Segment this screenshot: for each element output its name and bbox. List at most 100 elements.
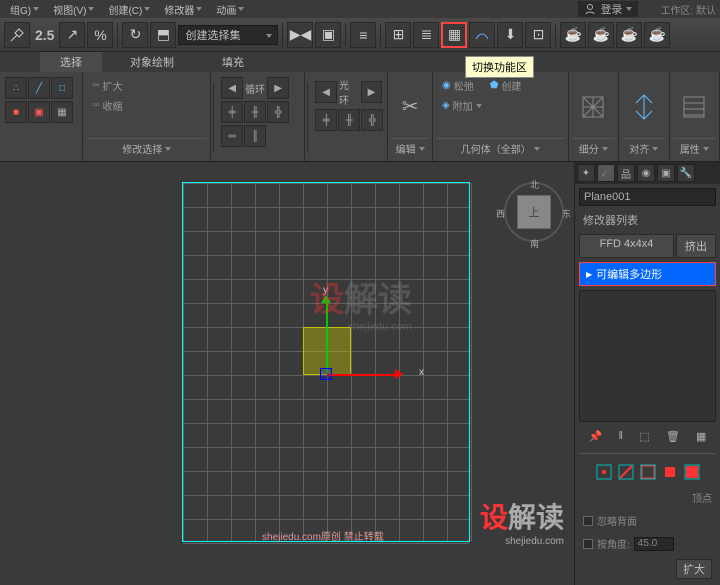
axis-x-label: x — [419, 367, 424, 378]
loop-next-button[interactable]: ▶ — [267, 77, 289, 99]
motion-tab[interactable]: ◉ — [637, 164, 655, 182]
modify-tab[interactable]: ☄ — [597, 164, 615, 182]
mirror-button[interactable]: ▶◀ — [287, 22, 313, 48]
poly-sub-button[interactable]: ■ — [5, 101, 27, 123]
align-icon[interactable] — [628, 91, 660, 123]
stack-tools: 📌 ǁ ⬚ 🗑 ▦ — [579, 426, 716, 447]
login-dropdown[interactable]: 登录 — [578, 1, 638, 17]
loop-c-button[interactable]: ╬ — [267, 101, 289, 123]
tool-a[interactable]: ↗ — [59, 22, 85, 48]
panel-edit-label: 编辑 — [391, 138, 429, 158]
compass-n: 北 — [530, 178, 539, 191]
loop-d-button[interactable]: ═ — [221, 125, 243, 147]
teapot2-button[interactable]: ☕ — [588, 22, 614, 48]
workspace-label: 工作区: 默认 — [660, 2, 716, 17]
viewcube[interactable]: 上 北 南 西 东 — [504, 182, 564, 242]
percent-button[interactable]: % — [87, 22, 113, 48]
scene-explorer-button[interactable]: ⊞ — [385, 22, 411, 48]
border-sub-button[interactable]: □ — [51, 77, 73, 99]
ignore-backfacing-checkbox[interactable] — [583, 516, 593, 526]
ring-c-button[interactable]: ╬ — [361, 109, 383, 131]
vertex-sub-button[interactable]: ∴ — [5, 77, 27, 99]
teapot4-button[interactable]: ☕ — [644, 22, 670, 48]
loop-a-button[interactable]: ╪ — [221, 101, 243, 123]
modifier-editable-poly[interactable]: ▶ 可编辑多边形 — [579, 262, 716, 286]
teapot3-button[interactable]: ☕ — [616, 22, 642, 48]
user-icon — [584, 3, 596, 15]
command-panel-tabs: ✦ ☄ 品 ◉ ▣ 🔧 — [575, 162, 720, 184]
curve-editor-button[interactable] — [469, 22, 495, 48]
extrude-button[interactable]: 挤出 — [676, 234, 716, 258]
tab-select[interactable]: 选择 — [40, 52, 102, 72]
attach-button[interactable]: ◈附加 — [438, 97, 486, 114]
ribbon-tabs: 选择 对象绘制 填充 — [0, 52, 720, 72]
align-button[interactable]: ▣ — [315, 22, 341, 48]
vertex-subobj-icon[interactable] — [596, 464, 612, 480]
show-end-icon[interactable]: ǁ — [618, 430, 623, 443]
angle-field[interactable]: 45.0 — [634, 537, 674, 551]
polygon-subobj-icon[interactable] — [662, 464, 678, 480]
panel-modify-selection-label: 修改选择 — [86, 138, 207, 158]
panel-align-label: 对齐 — [622, 138, 666, 158]
ring-a-button[interactable]: ╪ — [315, 109, 337, 131]
tab-populate[interactable]: 填充 — [202, 52, 264, 72]
menu-view[interactable]: 视图(V) — [47, 2, 100, 17]
ring-next-button[interactable]: ▶ — [361, 81, 383, 103]
plane-object[interactable]: document.write(Array.from({length:13},(_… — [182, 182, 470, 542]
unique-icon[interactable]: ⬚ — [639, 430, 649, 443]
relax-button[interactable]: ◉松弛 — [438, 77, 478, 94]
shrink-button[interactable]: ▫▫收缩 — [88, 97, 126, 114]
expand-triangle-icon[interactable]: ▶ — [586, 270, 592, 279]
props-icon[interactable] — [678, 91, 710, 123]
watermark-footer: shejiedu.com原创 禁止转载 — [262, 528, 384, 543]
create-button[interactable]: ⬟创建 — [486, 77, 526, 94]
border-subobj-icon[interactable] — [640, 464, 656, 480]
edit-scissors-icon[interactable]: ✂ — [394, 91, 426, 123]
config-icon[interactable]: ▦ — [696, 430, 706, 443]
modifier-stack[interactable] — [579, 290, 716, 422]
object-name-field[interactable]: Plane001 — [579, 188, 716, 206]
grow-button[interactable]: ▫▫扩大 — [88, 77, 126, 94]
loop-b-button[interactable]: ╫ — [244, 101, 266, 123]
object-sub-button[interactable]: ▦ — [51, 101, 73, 123]
layers-button[interactable]: ≡ — [350, 22, 376, 48]
utilities-tab[interactable]: 🔧 — [677, 164, 695, 182]
schematic-button[interactable]: ⊡ — [525, 22, 551, 48]
loop-e-button[interactable]: ║ — [244, 125, 266, 147]
ring-prev-button[interactable]: ◀ — [315, 81, 337, 103]
download-button[interactable]: ⬇ — [497, 22, 523, 48]
tab-object-paint[interactable]: 对象绘制 — [110, 52, 194, 72]
create-tab[interactable]: ✦ — [577, 164, 595, 182]
select-link-button[interactable] — [4, 22, 30, 48]
ignore-backfacing-label: 忽略背面 — [597, 513, 637, 528]
pin-icon[interactable]: 📌 — [589, 430, 603, 443]
element-subobj-icon[interactable] — [684, 464, 700, 480]
ring-b-button[interactable]: ╫ — [338, 109, 360, 131]
by-angle-label: 按角度: — [597, 536, 630, 551]
toggle-ribbon-button[interactable]: ▦ — [441, 22, 467, 48]
by-angle-checkbox[interactable] — [583, 539, 593, 549]
delete-icon[interactable]: 🗑 — [666, 430, 680, 443]
menu-modifiers[interactable]: 修改器 — [158, 2, 208, 17]
element-sub-button[interactable]: ▣ — [28, 101, 50, 123]
display-tab[interactable]: ▣ — [657, 164, 675, 182]
list-button[interactable]: ≣ — [413, 22, 439, 48]
viewcube-top-face[interactable]: 上 — [517, 195, 551, 229]
expand-selection-button[interactable]: 扩大 — [676, 559, 712, 579]
menu-create[interactable]: 创建(C) — [102, 2, 156, 17]
edge-sub-button[interactable]: ╱ — [28, 77, 50, 99]
viewport[interactable]: document.write(Array.from({length:13},(_… — [0, 162, 574, 585]
loop-prev-button[interactable]: ◀ — [221, 77, 243, 99]
menu-group[interactable]: 组G) — [4, 2, 45, 17]
selection-set-dropdown[interactable]: 创建选择集 — [178, 25, 278, 45]
snap-button[interactable]: ↻ — [122, 22, 148, 48]
menu-animation[interactable]: 动画 — [210, 2, 250, 17]
loop-label: 循环 — [245, 81, 265, 96]
ffd-button[interactable]: FFD 4x4x4 — [579, 234, 674, 258]
edge-subobj-icon[interactable] — [618, 464, 634, 480]
subdivide-icon[interactable] — [577, 91, 609, 123]
command-panel: ✦ ☄ 品 ◉ ▣ 🔧 Plane001 修改器列表 FFD 4x4x4 挤出 … — [574, 162, 720, 585]
hierarchy-tab[interactable]: 品 — [617, 164, 635, 182]
teapot1-button[interactable]: ☕ — [560, 22, 586, 48]
tool-b[interactable]: ⬒ — [150, 22, 176, 48]
